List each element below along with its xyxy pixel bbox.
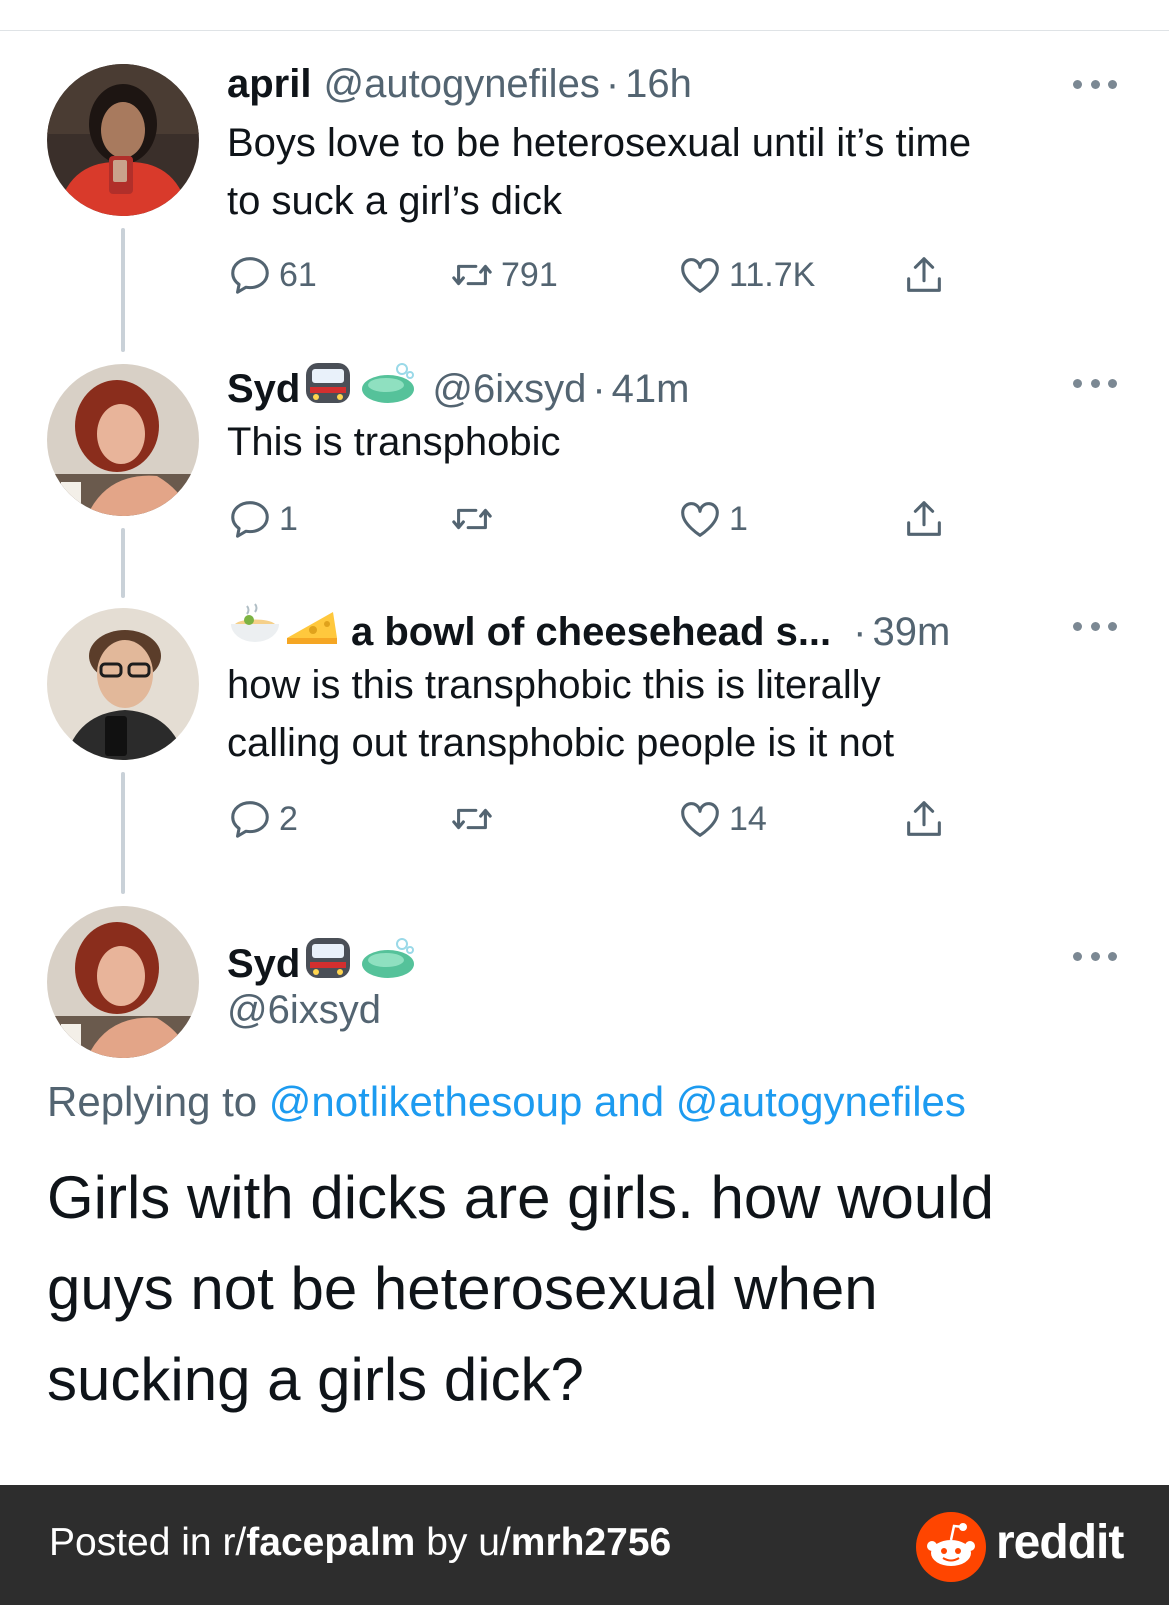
thread-line [121, 528, 125, 598]
share-icon [907, 801, 941, 836]
user-link[interactable]: mrh2756 [511, 1521, 671, 1564]
tweet-text-line: This is transphobic [227, 420, 561, 464]
display-name[interactable]: Syd [227, 940, 300, 988]
tweet-actions: 1 1 [227, 494, 987, 544]
reply-mention-link[interactable]: @autogynefiles [676, 1078, 966, 1125]
reddit-wordmark: reddit [996, 1516, 1124, 1569]
train-emoji-icon [300, 934, 358, 993]
retweet-button[interactable]: 791 [449, 250, 558, 300]
reply-icon [231, 501, 269, 538]
thread-line [121, 772, 125, 894]
reply-button[interactable]: 2 [227, 794, 298, 844]
train-emoji-icon [300, 359, 358, 418]
posted-in-text: Posted in r/facepalm by u/mrh2756 [49, 1521, 671, 1565]
display-name[interactable]: Syd [227, 365, 300, 413]
like-count: 1 [729, 499, 748, 538]
share-button[interactable] [901, 494, 953, 544]
more-options-icon[interactable] [1073, 950, 1117, 962]
retweet-button[interactable] [449, 794, 501, 844]
like-button[interactable]: 11.7K [677, 250, 815, 300]
tweet-text-line: to suck a girl’s dick [227, 179, 562, 223]
like-count: 14 [729, 799, 767, 838]
reply-count: 2 [279, 799, 298, 838]
retweet-button[interactable] [449, 494, 501, 544]
main-tweet-text: Girls with dicks are girls. how would gu… [47, 1152, 1127, 1425]
like-count: 11.7K [729, 255, 816, 294]
subreddit-link[interactable]: facepalm [246, 1521, 415, 1564]
tweet-text-line: guys not be heterosexual when [47, 1255, 878, 1322]
avatar[interactable] [47, 64, 199, 216]
replying-to: Replying to @notlikethesoup and @autogyn… [47, 1078, 966, 1126]
reply-button[interactable]: 61 [227, 250, 317, 300]
heart-icon [681, 802, 719, 837]
tweet-text-line: sucking a girls dick? [47, 1346, 584, 1413]
soap-emoji-icon [358, 934, 418, 993]
heart-icon [681, 502, 719, 537]
soap-emoji-icon [358, 359, 418, 418]
heart-icon [681, 258, 719, 293]
reply-button[interactable]: 1 [227, 494, 298, 544]
tweet-text-line: Girls with dicks are girls. how would [47, 1164, 994, 1231]
tweet-header: a bowl of cheesehead s... · 39m [227, 602, 950, 661]
share-button[interactable] [901, 250, 953, 300]
retweet-icon [452, 508, 492, 530]
share-button[interactable] [901, 794, 953, 844]
separator: · [853, 609, 867, 654]
share-icon [907, 257, 941, 292]
share-icon [907, 501, 941, 536]
replying-and: and [593, 1078, 665, 1125]
handle[interactable]: @6ixsyd [432, 365, 586, 413]
tweet-header: Syd @6ixsyd · 41m [227, 359, 689, 418]
top-divider [0, 30, 1169, 31]
posted-in-label: Posted in r/ [49, 1521, 247, 1564]
reply-mention-link[interactable]: @notlikethesoup [269, 1078, 583, 1125]
more-options-icon[interactable] [1073, 78, 1117, 90]
timestamp[interactable]: 39m [872, 608, 950, 656]
reply-count: 1 [279, 499, 298, 538]
by-label: by u/ [426, 1521, 511, 1564]
handle[interactable]: @autogynefiles [323, 60, 599, 108]
retweet-icon [452, 264, 492, 286]
tweet-text-line: how is this transphobic this is literall… [227, 663, 881, 707]
reply-icon [231, 257, 269, 294]
avatar[interactable] [47, 608, 199, 760]
like-button[interactable]: 14 [677, 794, 767, 844]
retweet-count: 791 [501, 255, 558, 294]
tweet-header: Syd [227, 934, 418, 993]
separator: · [605, 62, 620, 106]
tweet-text: how is this transphobic this is literall… [227, 656, 1107, 772]
avatar[interactable] [47, 364, 199, 516]
ramen-bowl-emoji-icon [227, 602, 283, 661]
tweet-actions: 61 791 11.7K [227, 250, 987, 300]
tweet-text-line: calling out transphobic people is it not [227, 721, 895, 765]
cheese-emoji-icon [283, 602, 341, 661]
timestamp[interactable]: 16h [625, 60, 692, 108]
reddit-logo-icon [916, 1512, 986, 1582]
retweet-icon [452, 808, 492, 830]
avatar[interactable] [47, 906, 199, 1058]
replying-prefix: Replying to [47, 1078, 258, 1125]
display-name[interactable]: april [227, 60, 311, 108]
more-options-icon[interactable] [1073, 620, 1117, 632]
tweet-header: april @autogynefiles · 16h [227, 60, 692, 108]
handle[interactable]: @6ixsyd [227, 986, 381, 1034]
tweet-text-line: Boys love to be heterosexual until it’s … [227, 121, 972, 165]
thread-line [121, 228, 125, 352]
separator: · [592, 366, 606, 411]
more-options-icon[interactable] [1073, 377, 1117, 389]
reply-icon [231, 801, 269, 838]
reddit-footer: Posted in r/facepalm by u/mrh2756 reddit [0, 1485, 1169, 1605]
tweet-text: Boys love to be heterosexual until it’s … [227, 114, 1107, 230]
display-name[interactable]: a bowl of cheesehead s... [351, 608, 831, 656]
tweet-actions: 2 14 [227, 794, 987, 844]
timestamp[interactable]: 41m [612, 365, 690, 413]
tweet-text: This is transphobic [227, 413, 1107, 471]
like-button[interactable]: 1 [677, 494, 748, 544]
reply-count: 61 [279, 255, 317, 294]
